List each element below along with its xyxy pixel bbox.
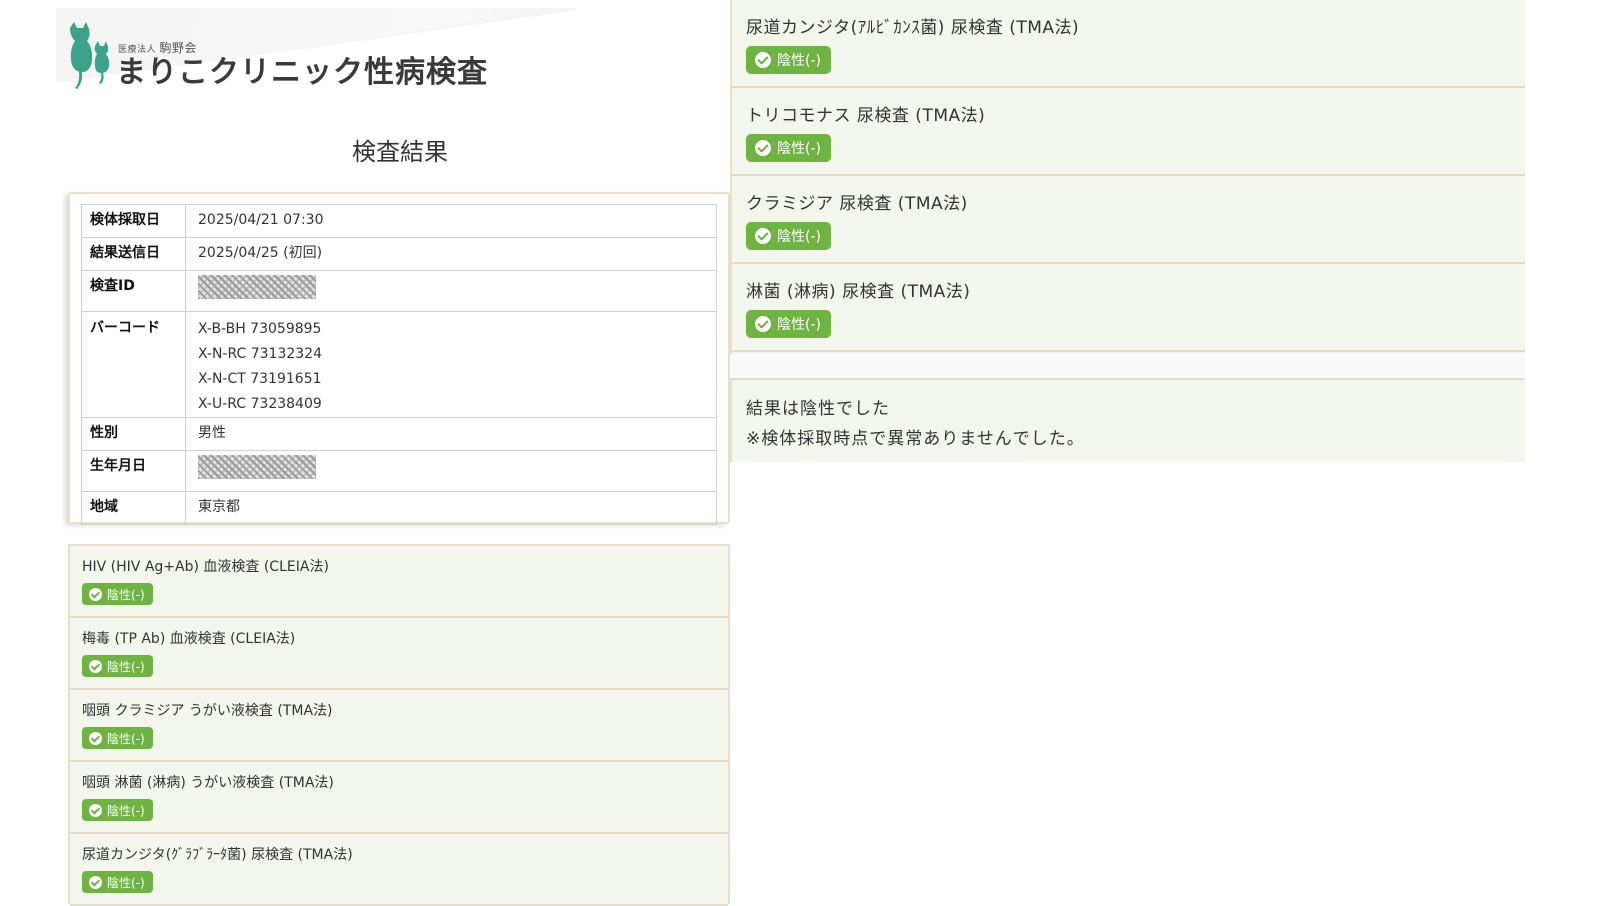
birthdate-label: 生年月日 (81, 450, 186, 492)
row-region: 地域 東京都 (81, 491, 717, 525)
test-id-value (185, 270, 717, 312)
row-sex: 性別 男性 (81, 417, 717, 451)
test-name: HIV (HIV Ag+Ab) 血液検査 (CLEIA法) (82, 559, 329, 575)
barcode-values: X-B-BH 73059895 X-N-RC 73132324 X-N-CT 7… (185, 311, 717, 418)
test-row-throat-gonorrhea: 咽頭 淋菌 (淋病) うがい液検査 (TMA法) 陰性(-) (70, 762, 728, 834)
masked-birthdate (198, 455, 316, 479)
result-label: 陰性(-) (777, 229, 821, 245)
result-badge: 陰性(-) (82, 727, 153, 749)
test-name: 尿道カンジタ(ｸﾞﾗﾌﾞﾗｰﾀ菌) 尿検査 (TMA法) (82, 847, 353, 863)
result-label: 陰性(-) (107, 803, 145, 818)
barcode-line: X-B-BH 73059895 (198, 321, 322, 337)
row-birthdate: 生年月日 (81, 450, 717, 492)
test-name: 淋菌 (淋病) 尿検査 (TMA法) (746, 282, 971, 302)
test-name: 咽頭 淋菌 (淋病) うがい液検査 (TMA法) (82, 775, 334, 791)
cat-logo-icon (70, 22, 110, 89)
left-test-results: HIV (HIV Ag+Ab) 血液検査 (CLEIA法) 陰性(-) 梅毒 (… (68, 544, 730, 906)
result-label: 陰性(-) (777, 141, 821, 157)
check-circle-icon (89, 659, 102, 673)
patient-info-table: 検体採取日 2025/04/21 07:30 結果送信日 2025/04/25 … (81, 204, 717, 525)
test-row-candida-glabrata: 尿道カンジタ(ｸﾞﾗﾌﾞﾗｰﾀ菌) 尿検査 (TMA法) 陰性(-) (70, 834, 728, 906)
org-label: 駒野会 (159, 41, 197, 55)
test-id-label: 検査ID (81, 270, 186, 312)
result-badge: 陰性(-) (746, 310, 831, 338)
barcode-line: X-N-RC 73132324 (198, 346, 322, 362)
test-name: 梅毒 (TP Ab) 血液検査 (CLEIA法) (82, 631, 296, 647)
check-circle-icon (89, 587, 102, 601)
row-barcode: バーコード X-B-BH 73059895 X-N-RC 73132324 X-… (81, 311, 717, 418)
collection-date-value: 2025/04/21 07:30 (185, 204, 717, 238)
barcode-line: X-N-CT 73191651 (198, 371, 322, 387)
test-row-candida-albicans: 尿道カンジタ(ｱﾙﾋﾞｶﾝｽ菌) 尿検査 (TMA法) 陰性(-) (732, 0, 1525, 88)
test-name: トリコモナス 尿検査 (TMA法) (746, 106, 986, 126)
test-row-hiv: HIV (HIV Ag+Ab) 血液検査 (CLEIA法) 陰性(-) (70, 546, 728, 618)
clinic-logo[interactable]: 医療法人 駒野会 まりこクリニック性病検査 (66, 22, 488, 90)
test-row-gonorrhea: 淋菌 (淋病) 尿検査 (TMA法) 陰性(-) (732, 264, 1525, 352)
region-value: 東京都 (185, 491, 717, 525)
barcode-label: バーコード (81, 311, 186, 418)
test-name: クラミジア 尿検査 (TMA法) (746, 194, 968, 214)
result-badge: 陰性(-) (746, 222, 831, 250)
check-circle-icon (755, 228, 771, 244)
page-title: 検査結果 (352, 138, 448, 166)
sent-date-value: 2025/04/25 (初回) (185, 237, 717, 271)
result-label: 陰性(-) (107, 875, 145, 890)
test-row-chlamydia: クラミジア 尿検査 (TMA法) 陰性(-) (732, 176, 1525, 264)
result-badge: 陰性(-) (82, 655, 153, 677)
row-sent-date: 結果送信日 2025/04/25 (初回) (81, 237, 717, 271)
result-badge: 陰性(-) (746, 134, 831, 162)
masked-test-id (198, 275, 316, 299)
birthdate-value (185, 450, 717, 492)
result-label: 陰性(-) (107, 587, 145, 602)
test-name: 尿道カンジタ(ｱﾙﾋﾞｶﾝｽ菌) 尿検査 (TMA法) (746, 18, 1080, 38)
check-circle-icon (89, 731, 102, 745)
barcode-line: X-U-RC 73238409 (198, 396, 322, 412)
org-name: 医療法人 駒野会 (118, 39, 488, 56)
result-label: 陰性(-) (777, 317, 821, 333)
region-label: 地域 (81, 491, 186, 525)
left-panel: 医療法人 駒野会 まりこクリニック性病検査 検査結果 検体採取日 2025/04… (0, 0, 730, 906)
result-badge: 陰性(-) (82, 583, 153, 605)
sent-date-label: 結果送信日 (81, 237, 186, 271)
collection-date-label: 検体採取日 (81, 204, 186, 238)
clinic-name: まりこクリニック性病検査 (116, 55, 488, 90)
result-badge: 陰性(-) (82, 871, 153, 893)
row-test-id: 検査ID (81, 270, 717, 312)
sex-label: 性別 (81, 417, 186, 451)
row-collection-date: 検体採取日 2025/04/21 07:30 (81, 204, 717, 238)
result-badge: 陰性(-) (746, 46, 831, 74)
sex-value: 男性 (185, 417, 717, 451)
summary-note: ※検体採取時点で異常ありませんでした。 (746, 429, 1085, 449)
org-prefix: 医療法人 (118, 45, 157, 55)
section-divider (730, 354, 1525, 378)
check-circle-icon (755, 52, 771, 68)
result-badge: 陰性(-) (82, 799, 153, 821)
test-row-throat-chlamydia: 咽頭 クラミジア うがい液検査 (TMA法) 陰性(-) (70, 690, 728, 762)
summary-line: 結果は陰性でした (746, 399, 890, 419)
test-row-syphilis: 梅毒 (TP Ab) 血液検査 (CLEIA法) 陰性(-) (70, 618, 728, 690)
check-circle-icon (89, 875, 102, 889)
right-test-results: 尿道カンジタ(ｱﾙﾋﾞｶﾝｽ菌) 尿検査 (TMA法) 陰性(-) トリコモナス… (730, 0, 1525, 354)
test-row-trichomonas: トリコモナス 尿検査 (TMA法) 陰性(-) (732, 88, 1525, 176)
result-summary: 結果は陰性でした ※検体採取時点で異常ありませんでした。 (730, 378, 1525, 462)
result-label: 陰性(-) (107, 659, 145, 674)
patient-info-card: 検体採取日 2025/04/21 07:30 結果送信日 2025/04/25 … (68, 192, 730, 525)
result-label: 陰性(-) (107, 731, 145, 746)
check-circle-icon (755, 140, 771, 156)
check-circle-icon (755, 316, 771, 332)
result-label: 陰性(-) (777, 53, 821, 69)
check-circle-icon (89, 803, 102, 817)
test-name: 咽頭 クラミジア うがい液検査 (TMA法) (82, 703, 333, 719)
